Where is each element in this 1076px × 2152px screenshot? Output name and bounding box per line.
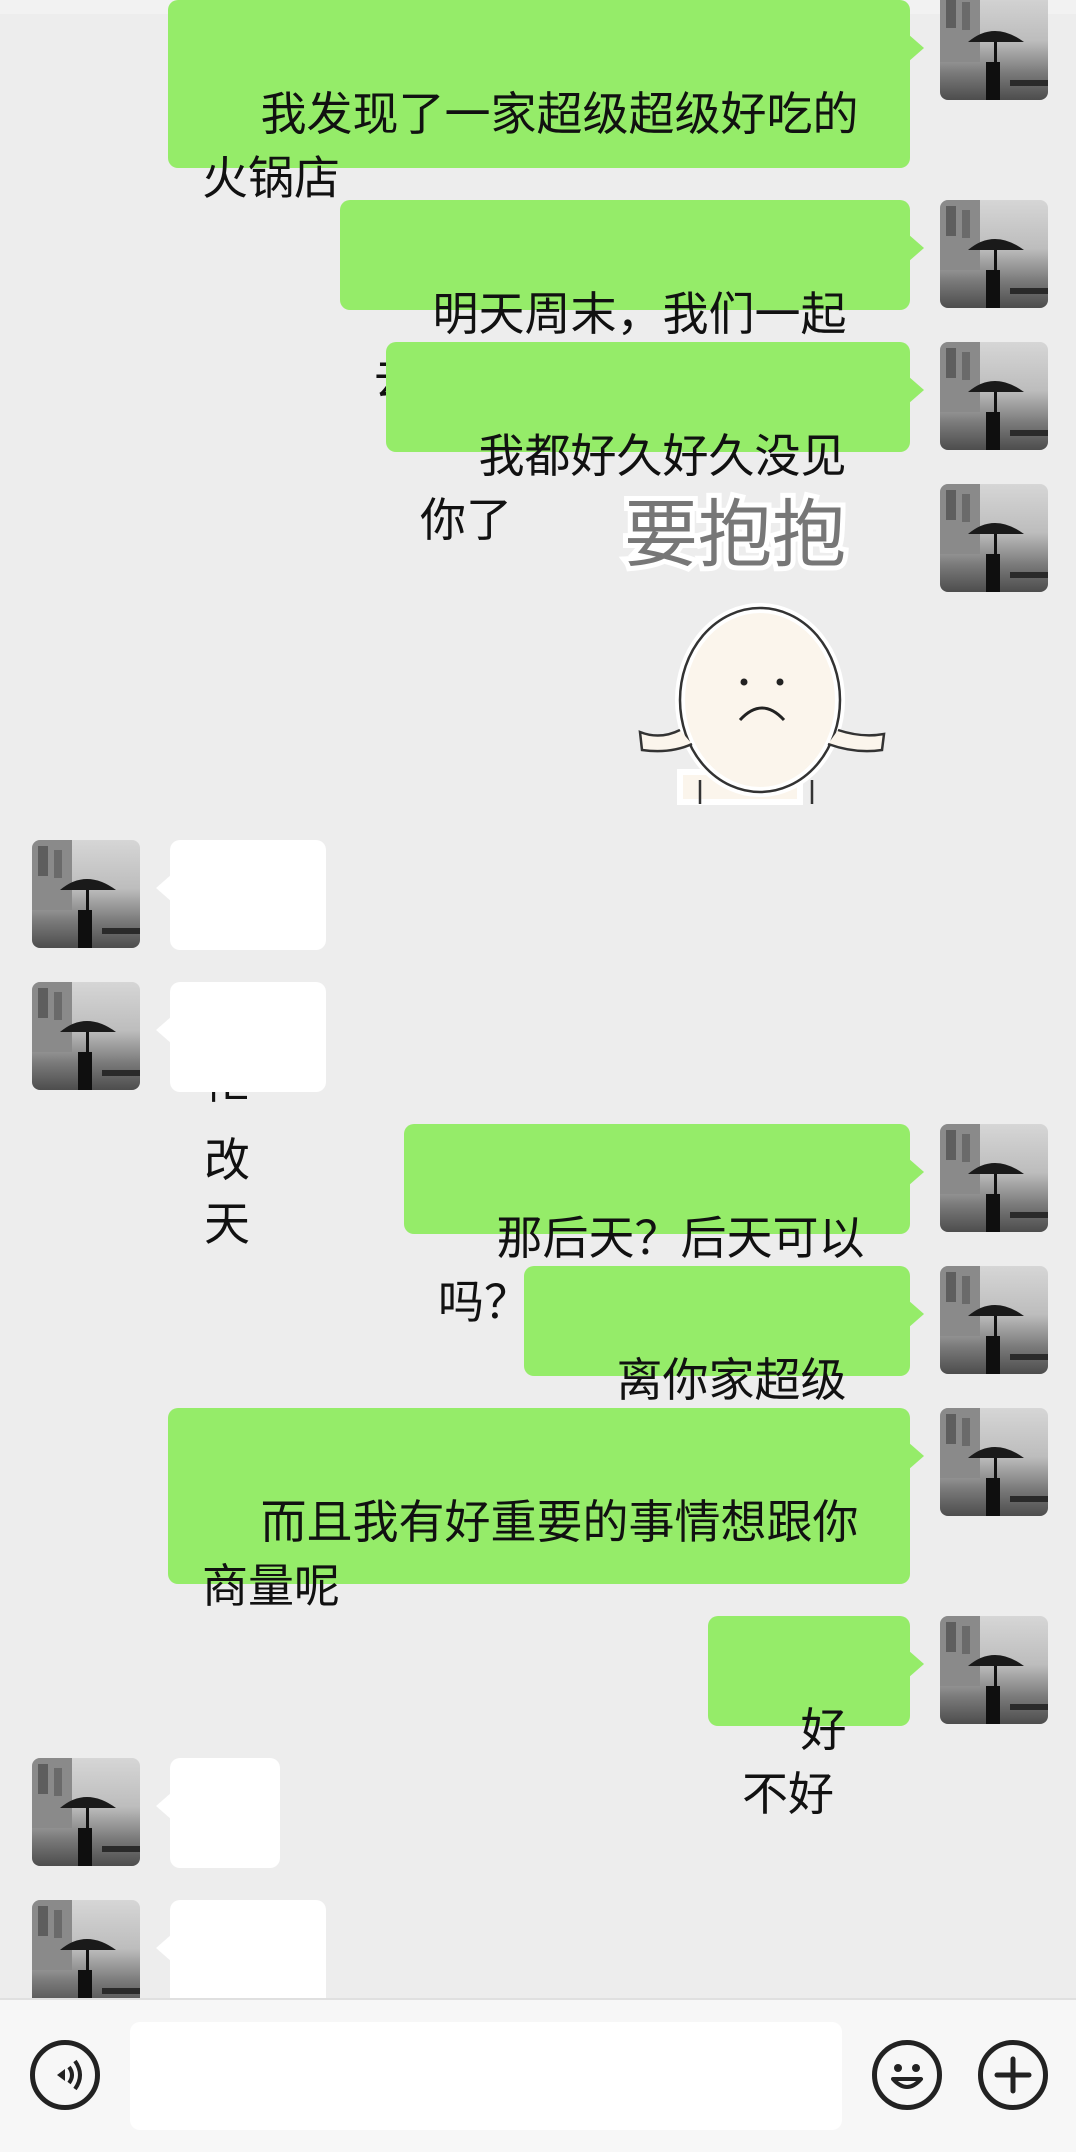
message-bubble-outgoing[interactable]: 我发现了一家超级超级好吃的火锅店 [168, 0, 924, 205]
voice-button[interactable] [30, 2040, 100, 2110]
sticker-message[interactable]: 要抱抱 要抱抱 [600, 482, 900, 812]
message-bubble-incoming[interactable]: 在忙 [156, 840, 326, 1109]
chat-area[interactable]: 我发现了一家超级超级好吃的火锅店 明天周末，我们一起去吧 我都好久好久没见你了 … [0, 0, 1076, 1998]
avatar[interactable] [32, 982, 140, 1090]
message-bubble-outgoing[interactable]: 明天周末，我们一起去吧 [340, 200, 924, 405]
sticker-text: 要抱抱 [624, 492, 846, 578]
message-bubble-outgoing[interactable]: 好不好 [708, 1616, 924, 1821]
avatar[interactable] [32, 1900, 140, 1998]
avatar[interactable] [940, 1616, 1048, 1724]
avatar[interactable] [32, 1758, 140, 1866]
message-bubble-outgoing[interactable]: 那后天？后天可以吗？ [404, 1124, 924, 1329]
message-text: 改天 [204, 1133, 250, 1251]
avatar[interactable] [940, 200, 1048, 308]
avatar[interactable] [940, 1266, 1048, 1374]
message-text: 我发现了一家超级超级好吃的火锅店 [202, 87, 859, 205]
avatar[interactable] [940, 342, 1048, 450]
input-bar [0, 1998, 1076, 2152]
message-input[interactable] [130, 2022, 842, 2130]
message-bubble-outgoing[interactable]: 我都好久好久没见你了 [386, 342, 924, 547]
avatar[interactable] [940, 484, 1048, 592]
avatar[interactable] [940, 1408, 1048, 1516]
message-bubble-incoming[interactable]: 下次 [156, 1900, 326, 1998]
emoji-button[interactable] [872, 2040, 942, 2110]
message-bubble-outgoing[interactable]: 而且我有好重要的事情想跟你商量呢 [168, 1408, 924, 1613]
message-bubble-incoming[interactable]: 改天 [156, 982, 326, 1251]
plus-icon [994, 2056, 1032, 2094]
message-text: 好不好 [742, 1703, 847, 1821]
avatar[interactable] [940, 0, 1048, 100]
plus-button[interactable] [978, 2040, 1048, 2110]
avatar[interactable] [940, 1124, 1048, 1232]
message-text: 而且我有好重要的事情想跟你商量呢 [202, 1495, 859, 1613]
voice-icon [57, 2059, 82, 2091]
message-bubble-incoming[interactable]: 忙 [156, 1758, 280, 1963]
avatar[interactable] [32, 840, 140, 948]
emoji-icon [891, 2064, 923, 2089]
message-bubble-outgoing[interactable]: 离你家超级近的 [524, 1266, 924, 1471]
